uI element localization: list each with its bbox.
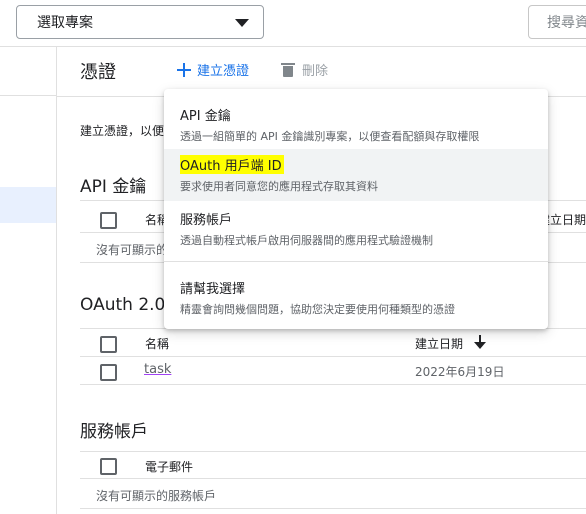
menu-divider <box>164 261 548 262</box>
oauth-title: OAuth 2.0 <box>80 295 166 315</box>
create-credentials-button[interactable]: 建立憑證 <box>177 60 249 79</box>
project-select[interactable]: 選取專案 <box>16 5 264 39</box>
menu-item-service-account[interactable]: 服務帳戶 透過自動程式帳戶啟用伺服器間的應用程式驗證機制 <box>164 209 548 248</box>
chevron-down-icon <box>235 19 249 27</box>
menu-item-title: OAuth 用戶端 ID <box>180 155 284 174</box>
menu-item-title: 請幫我選擇 <box>180 282 246 297</box>
trash-icon <box>281 62 295 77</box>
left-nav <box>0 47 57 514</box>
service-accounts-col-email[interactable]: 電子郵件 <box>145 458 193 475</box>
menu-item-help-me-choose[interactable]: 請幫我選擇 精靈會詢問幾個問題，協助您決定要使用何種類型的憑證 <box>164 278 548 317</box>
table-border <box>80 384 586 385</box>
create-credentials-menu: API 金鑰 透過一組簡單的 API 金鑰識別專案，以便查看配額與存取權限 OA… <box>164 89 548 329</box>
menu-item-title: API 金鑰 <box>180 109 231 124</box>
search-label: 搜尋資 <box>547 15 586 31</box>
menu-item-title: 服務帳戶 <box>180 213 233 228</box>
menu-item-api-key[interactable]: API 金鑰 透過一組簡單的 API 金鑰識別專案，以便查看配額與存取權限 <box>164 105 548 144</box>
menu-item-subtitle: 要求使用者同意您的應用程式存取其資料 <box>180 180 378 193</box>
table-border <box>80 508 586 509</box>
service-accounts-title: 服務帳戶 <box>80 422 148 442</box>
oauth-row-created: 2022年6月19日 <box>415 365 505 379</box>
delete-button[interactable]: 刪除 <box>281 60 329 79</box>
nav-item-credentials[interactable] <box>0 187 56 223</box>
api-keys-title: API 金鑰 <box>80 177 147 197</box>
service-accounts-empty-message: 沒有可顯示的服務帳戶 <box>96 489 217 503</box>
menu-item-subtitle: 精靈會詢問幾個問題，協助您決定要使用何種類型的憑證 <box>180 303 455 316</box>
page-description: 建立憑證，以便 <box>80 124 165 138</box>
menu-item-oauth-client-id[interactable]: OAuth 用戶端 ID 要求使用者同意您的應用程式存取其資料 <box>164 149 548 201</box>
search-button[interactable]: 搜尋資 <box>528 5 586 39</box>
page-title: 憑證 <box>80 62 116 83</box>
oauth-col-name[interactable]: 名稱 <box>145 335 169 352</box>
nav-divider <box>0 95 56 96</box>
delete-label: 刪除 <box>302 64 329 79</box>
table-border <box>80 356 586 357</box>
table-border <box>80 478 586 479</box>
table-border <box>80 451 586 452</box>
menu-item-subtitle: 透過一組簡單的 API 金鑰識別專案，以便查看配額與存取權限 <box>180 130 480 143</box>
oauth-row-checkbox[interactable] <box>100 364 117 381</box>
service-accounts-select-all-checkbox[interactable] <box>100 458 117 475</box>
sort-descending-icon[interactable] <box>474 335 486 349</box>
oauth-client-link[interactable]: task <box>144 362 171 377</box>
oauth-select-all-checkbox[interactable] <box>100 336 117 353</box>
plus-icon <box>177 62 191 77</box>
menu-item-subtitle: 透過自動程式帳戶啟用伺服器間的應用程式驗證機制 <box>180 234 433 247</box>
oauth-col-created[interactable]: 建立日期 <box>415 335 463 352</box>
api-keys-empty-message: 沒有可顯示的 <box>96 243 169 257</box>
create-credentials-label: 建立憑證 <box>197 64 250 79</box>
api-keys-select-all-checkbox[interactable] <box>100 212 117 229</box>
project-select-label: 選取專案 <box>37 15 93 31</box>
